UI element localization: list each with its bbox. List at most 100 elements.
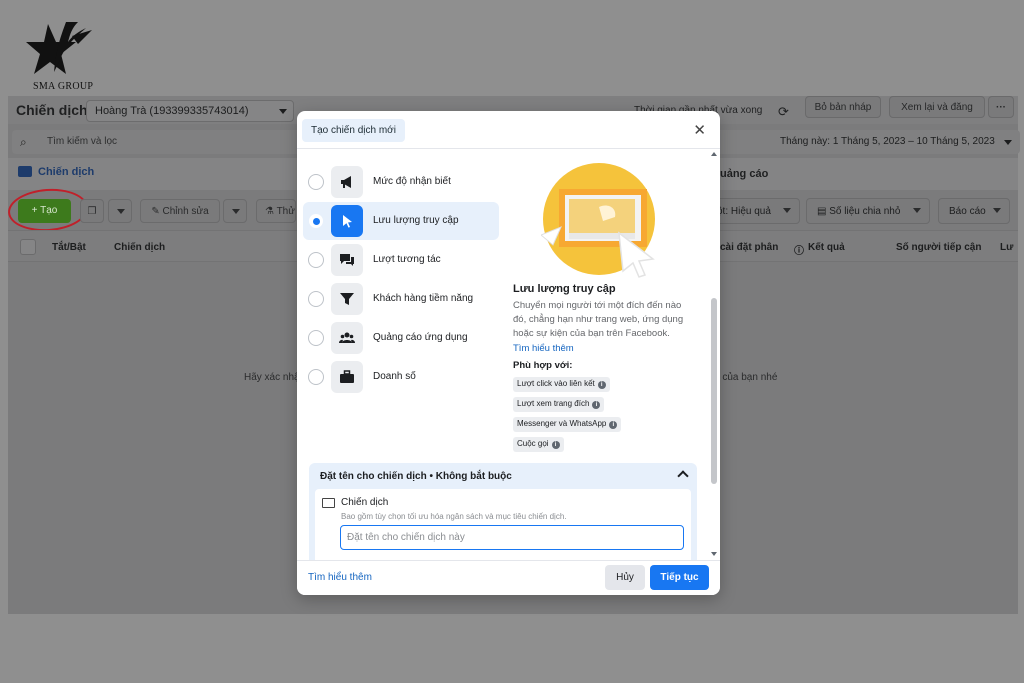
red-annotation-circle	[6, 186, 90, 234]
fit-chip: Cuộc gọi i	[513, 437, 564, 452]
dialog-scrollbar[interactable]	[710, 150, 718, 558]
tab-campaigns[interactable]: Chiến dịch	[18, 166, 94, 178]
edit-dropdown[interactable]	[223, 199, 247, 223]
chevron-down-icon	[1004, 140, 1012, 145]
scroll-thumb[interactable]	[711, 298, 717, 484]
fit-chip: Messenger và WhatsApp i	[513, 417, 622, 432]
col-campaign[interactable]: Chiến dịch	[114, 242, 165, 253]
account-name: Hoàng Trà (193399335743014)	[95, 105, 249, 117]
empty-state-text-right: n của bạn nhé	[714, 372, 778, 383]
objective-label: Lượt tương tác	[373, 254, 441, 265]
ab-test-button[interactable]: ⚗ Thử	[256, 199, 296, 223]
objective-engagement[interactable]: Lượt tương tác	[303, 241, 499, 279]
name-section-header: Đặt tên cho chiến dịch • Không bắt buộc	[320, 471, 512, 482]
objective-radio[interactable]	[308, 369, 324, 385]
name-card-subtitle: Bao gồm tùy chọn tối ưu hóa ngân sách và…	[341, 512, 567, 521]
create-campaign-dialog: Tạo chiến dịch mới ✕ Mức độ nhận biết Lư…	[297, 111, 720, 595]
traffic-illustration	[541, 163, 655, 278]
info-icon[interactable]: i	[592, 401, 601, 409]
briefcase-icon	[331, 361, 363, 393]
scroll-down-icon[interactable]	[711, 552, 717, 556]
fit-chip-label: Lượt click vào liên kết	[517, 379, 595, 388]
col-budget[interactable]: cài đặt phân	[720, 242, 778, 253]
search-icon: ⌕	[20, 135, 27, 149]
date-range-picker[interactable]: Tháng này: 1 Tháng 5, 2023 – 10 Tháng 5,…	[770, 130, 1020, 154]
tab-campaigns-label: Chiến dịch	[38, 166, 95, 178]
objective-detail-title: Lưu lượng truy cập	[513, 283, 616, 295]
chevron-up-icon[interactable]	[677, 470, 689, 482]
breakdown-label: Số liệu chia nhỏ	[829, 206, 901, 217]
account-select[interactable]: Hoàng Trà (193399335743014)	[86, 100, 294, 122]
fit-chip-label: Cuộc gọi	[517, 439, 549, 448]
megaphone-icon	[331, 166, 363, 198]
objective-label: Quảng cáo ứng dụng	[373, 332, 468, 343]
tab-ads[interactable]: uảng cáo	[720, 168, 768, 180]
objective-label: Lưu lượng truy cập	[373, 215, 459, 226]
search-placeholder: Tìm kiếm và lọc	[47, 136, 118, 147]
star-logo-icon	[26, 22, 92, 74]
select-all-checkbox[interactable]	[20, 239, 36, 255]
objective-radio[interactable]	[308, 174, 324, 190]
scroll-up-icon[interactable]	[711, 152, 717, 156]
date-range-text: Tháng này: 1 Tháng 5, 2023 – 10 Tháng 5,…	[780, 136, 995, 147]
duplicate-icon[interactable]: ❐	[80, 199, 104, 223]
fit-chip-label: Lượt xem trang đích	[517, 399, 590, 408]
objective-radio-selected[interactable]	[308, 213, 324, 229]
refresh-icon[interactable]: ⟳	[778, 104, 789, 120]
columns-dropdown[interactable]: ột: Hiệu quả	[708, 198, 800, 224]
col-results[interactable]: Kết quả	[808, 242, 845, 253]
cancel-button[interactable]: Hủy	[605, 565, 645, 590]
col-toggle[interactable]: Tắt/Bật	[52, 242, 86, 253]
logo-text: SMA GROUP	[33, 81, 94, 92]
review-publish-button[interactable]: Xem lại và đăng	[889, 96, 985, 118]
discard-draft-button[interactable]: Bỏ bản nháp	[805, 96, 881, 118]
campaign-name-card: Chiến dịch Bao gồm tùy chọn tối ưu hóa n…	[315, 489, 691, 569]
info-icon[interactable]: i	[609, 421, 618, 429]
fit-chip: Lượt click vào liên kết i	[513, 377, 610, 392]
close-icon[interactable]: ✕	[693, 121, 706, 139]
funnel-icon	[331, 283, 363, 315]
col-reach[interactable]: Số người tiếp cận	[896, 242, 981, 253]
divider	[297, 148, 720, 149]
fit-for-title: Phù hợp với:	[513, 360, 573, 371]
objective-traffic[interactable]: Lưu lượng truy cập	[303, 202, 499, 240]
objective-sales[interactable]: Doanh số	[303, 358, 499, 396]
name-card-title: Chiến dịch	[341, 497, 389, 508]
people-icon	[331, 322, 363, 354]
ab-test-label: Thử	[276, 206, 295, 217]
fit-chip-label: Messenger và WhatsApp	[517, 419, 607, 428]
footer-learn-more-link[interactable]: Tìm hiểu thêm	[308, 572, 372, 583]
chat-icon	[331, 244, 363, 276]
campaign-name-input[interactable]	[340, 525, 684, 550]
duplicate-dropdown[interactable]	[108, 199, 132, 223]
info-icon[interactable]: i	[551, 441, 560, 449]
continue-button[interactable]: Tiếp tục	[650, 565, 709, 590]
objective-radio[interactable]	[308, 252, 324, 268]
more-options-icon[interactable]: ···	[988, 96, 1014, 118]
campaign-name-section: Đặt tên cho chiến dịch • Không bắt buộc …	[309, 463, 697, 569]
dialog-title: Tạo chiến dịch mới	[302, 119, 405, 142]
edit-label: Chỉnh sửa	[162, 206, 209, 217]
chevron-down-icon	[279, 109, 287, 114]
reports-dropdown[interactable]: Báo cáo	[938, 198, 1010, 224]
objective-radio[interactable]	[308, 291, 324, 307]
folder-icon	[322, 498, 335, 508]
objective-detail-description: Chuyển mọi người tới một đích đến nào đó…	[513, 300, 684, 339]
objective-leads[interactable]: Khách hàng tiềm năng	[303, 280, 499, 318]
objective-awareness[interactable]: Mức độ nhận biết	[303, 163, 499, 201]
col-more[interactable]: Lư	[1000, 242, 1013, 253]
breakdown-dropdown[interactable]: ▤ Số liệu chia nhỏ	[806, 198, 930, 224]
objective-label: Doanh số	[373, 371, 416, 382]
objective-app-promotion[interactable]: Quảng cáo ứng dụng	[303, 319, 499, 357]
objective-label: Khách hàng tiềm năng	[373, 293, 474, 304]
learn-more-link[interactable]: Tìm hiểu thêm	[513, 343, 574, 354]
objective-label: Mức độ nhận biết	[373, 176, 451, 187]
objective-radio[interactable]	[308, 330, 324, 346]
sma-group-logo: SMA GROUP	[26, 20, 106, 94]
info-icon: ⓘ	[794, 246, 804, 257]
edit-button[interactable]: ✎ Chỉnh sửa	[140, 199, 220, 223]
empty-state-text-left: Hãy xác nhậ	[244, 372, 300, 383]
info-icon[interactable]: i	[597, 381, 606, 389]
page-title: Chiến dịch	[16, 102, 88, 118]
fit-chip: Lượt xem trang đích i	[513, 397, 605, 412]
